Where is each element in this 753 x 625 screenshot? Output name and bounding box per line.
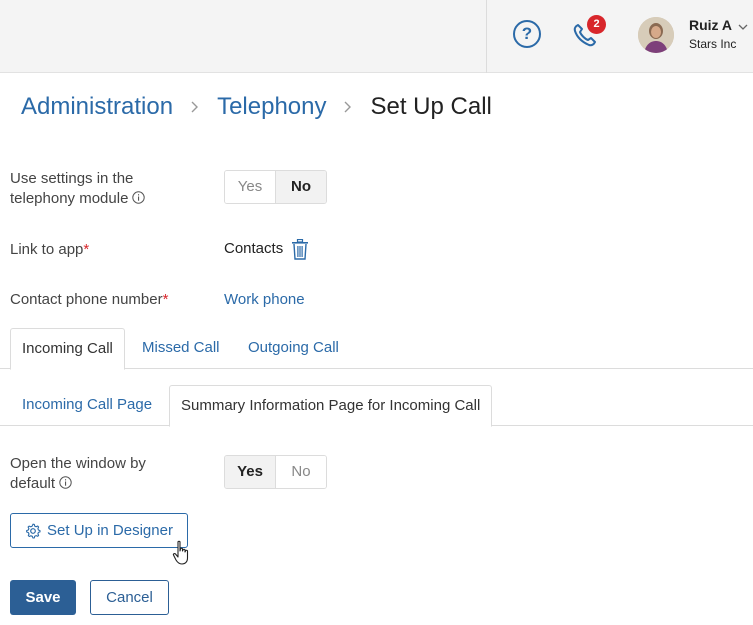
page-title: Set Up Call: [370, 93, 492, 120]
save-button[interactable]: Save: [10, 580, 76, 615]
trash-icon[interactable]: [291, 239, 309, 260]
open-window-label-line2: default: [10, 475, 56, 492]
use-settings-label-line2: telephony module: [10, 190, 129, 207]
breadcrumb-administration[interactable]: Administration: [21, 93, 173, 121]
breadcrumb: Administration Telephony Set Up Call: [21, 93, 492, 121]
top-bar: ? 2 Ruiz A Stars Inc: [0, 0, 753, 73]
sub-tabs: Incoming Call Page Summary Information P…: [0, 385, 753, 427]
cancel-button[interactable]: Cancel: [90, 580, 169, 615]
set-up-in-designer-button[interactable]: Set Up in Designer: [10, 513, 188, 548]
help-icon[interactable]: ?: [513, 20, 541, 48]
use-settings-yes-option[interactable]: Yes: [225, 171, 275, 203]
open-window-label: Open the window by default: [10, 454, 146, 494]
user-company: Stars Inc: [689, 37, 737, 51]
notification-badge: 2: [587, 15, 606, 34]
link-to-app-label-text: Link to app: [10, 241, 84, 258]
chevron-down-icon[interactable]: [737, 22, 749, 32]
hand-cursor-icon: [172, 540, 189, 565]
link-to-app-value: Contacts: [224, 240, 284, 257]
link-to-app-label: Link to app*: [10, 240, 89, 260]
chevron-right-icon: [344, 101, 352, 113]
open-window-toggle: Yes No: [224, 455, 327, 489]
required-mark: *: [162, 291, 169, 308]
chevron-right-icon: [191, 101, 199, 113]
open-window-yes-option[interactable]: Yes: [225, 456, 275, 488]
main-tabs: Incoming Call Missed Call Outgoing Call: [0, 328, 753, 370]
use-settings-toggle: Yes No: [224, 170, 327, 204]
set-up-in-designer-label: Set Up in Designer: [47, 522, 173, 539]
use-settings-label-line1: Use settings in the: [10, 170, 134, 187]
use-settings-no-option[interactable]: No: [276, 171, 326, 203]
tab-incoming-call[interactable]: Incoming Call: [10, 328, 125, 370]
tab-missed-call[interactable]: Missed Call: [142, 328, 220, 369]
tab-summary-information-page[interactable]: Summary Information Page for Incoming Ca…: [169, 385, 493, 427]
open-window-label-line1: Open the window by: [10, 455, 146, 472]
open-window-no-option[interactable]: No: [276, 456, 326, 488]
avatar[interactable]: [638, 17, 674, 53]
contact-phone-label: Contact phone number*: [10, 290, 168, 310]
use-settings-label: Use settings in the telephony module: [10, 169, 146, 209]
gear-icon: [26, 523, 41, 539]
contact-phone-label-text: Contact phone number: [10, 291, 163, 308]
required-mark: *: [83, 241, 90, 258]
info-icon[interactable]: [132, 191, 146, 204]
tab-outgoing-call[interactable]: Outgoing Call: [248, 328, 339, 369]
user-name[interactable]: Ruiz A: [689, 17, 732, 33]
info-icon[interactable]: [59, 476, 72, 489]
contact-phone-value[interactable]: Work phone: [224, 291, 305, 308]
breadcrumb-telephony[interactable]: Telephony: [217, 93, 326, 121]
tab-incoming-call-page[interactable]: Incoming Call Page: [22, 385, 152, 426]
header-divider: [486, 0, 487, 73]
